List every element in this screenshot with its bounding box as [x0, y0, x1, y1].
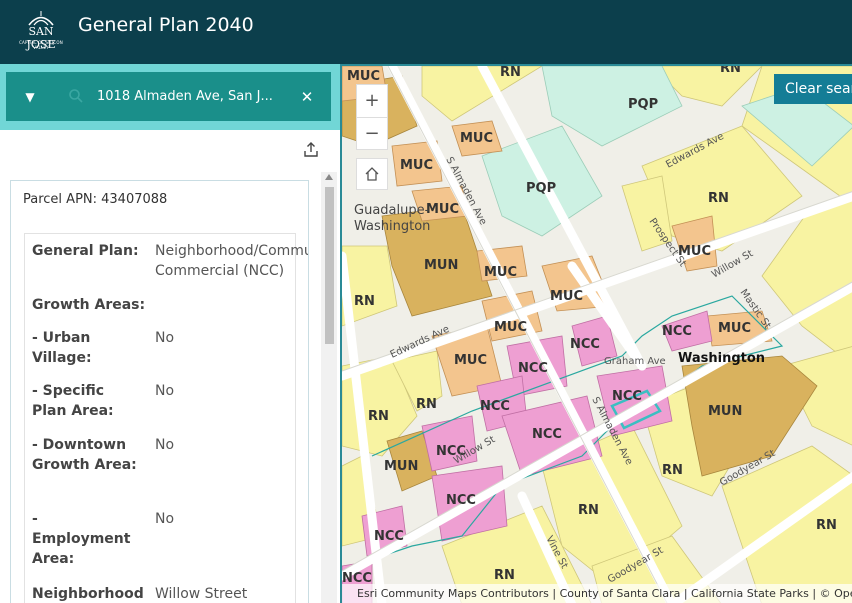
attr-key: - Employment Area: — [32, 511, 131, 567]
place-label-washington-1: Washington — [354, 219, 430, 234]
search-container: ▼ 1018 Almaden Ave, San J... ✕ — [0, 64, 340, 130]
zone-label-muc: MUC — [347, 69, 380, 84]
zone-label-rn: RN — [662, 463, 683, 478]
zone-label-muc: MUC — [550, 289, 583, 304]
zone-label-ncc: NCC — [570, 337, 600, 352]
zone-label-rn: RN — [500, 66, 521, 80]
map-attribution: Esri Community Maps Contributors | Count… — [342, 584, 852, 603]
attr-key: General Plan: — [32, 243, 139, 259]
zone-label-pqp: PQP — [628, 97, 658, 112]
attr-value: Willow Street — [155, 586, 248, 602]
parcel-popup: Parcel APN: 43407088 General Plan: Neigh… — [10, 180, 309, 603]
app-title: General Plan 2040 — [78, 14, 254, 36]
zone-label-muc: MUC — [460, 131, 493, 146]
zone-label-rn: RN — [494, 568, 515, 583]
attr-value: Neighborhood/Community Commercial (NCC) — [155, 243, 308, 279]
panel-scrollbar[interactable] — [321, 172, 337, 603]
zone-label-rn: RN — [416, 397, 437, 412]
attr-key: Neighborhood — [32, 586, 144, 602]
zone-label-ncc: NCC — [518, 361, 548, 376]
zone-label-ncc: NCC — [662, 324, 692, 339]
app-header: SAN JOSE CAPITAL OF SILICON VALLEY Gener… — [0, 0, 852, 64]
sun-icon — [28, 11, 54, 26]
zone-label-ncc: NCC — [446, 493, 476, 508]
zone-label-mun: MUN — [384, 459, 418, 474]
logo-subtext: CAPITAL OF SILICON VALLEY — [19, 40, 63, 50]
search-bar[interactable]: ▼ 1018 Almaden Ave, San J... ✕ — [6, 72, 331, 121]
city-logo: SAN JOSE CAPITAL OF SILICON VALLEY — [14, 10, 68, 51]
attr-value: No — [155, 330, 175, 346]
attr-value: No — [155, 437, 175, 453]
attr-key: - Specific Plan Area: — [32, 383, 114, 419]
land-use-map[interactable]: RN RN MUC PQP MUC MUC PQP RN MUC MUN MUC… — [342, 66, 852, 603]
scroll-thumb[interactable] — [325, 187, 334, 344]
parcel-apn: Parcel APN: 43407088 — [23, 192, 168, 207]
attr-key: Growth Areas: — [32, 297, 146, 313]
home-icon — [365, 167, 379, 181]
map-view[interactable]: RN RN MUC PQP MUC MUC PQP RN MUC MUN MUC… — [340, 64, 852, 603]
search-input[interactable]: 1018 Almaden Ave, San J... — [97, 87, 282, 107]
clear-search-button[interactable]: Clear search — [774, 74, 852, 104]
zone-label-rn: RN — [354, 294, 375, 309]
zone-label-ncc: NCC — [480, 399, 510, 414]
sidebar: ▼ 1018 Almaden Ave, San J... ✕ Parcel AP… — [0, 64, 340, 603]
zone-label-muc: MUC — [494, 320, 527, 335]
zoom-in-button[interactable]: + — [357, 85, 387, 117]
zone-label-ncc: NCC — [374, 529, 404, 544]
zoom-out-button[interactable]: − — [357, 118, 387, 150]
zone-label-mun: MUN — [708, 404, 742, 419]
zone-label-rn: RN — [720, 66, 741, 76]
place-label-guadalupe: Guadalupe- — [354, 203, 430, 218]
zone-label-ncc: NCC — [532, 427, 562, 442]
street-label-graham: Graham Ave — [604, 356, 666, 367]
attr-value: No — [155, 511, 175, 527]
zone-label-mun: MUN — [424, 258, 458, 273]
share-icon[interactable] — [302, 141, 320, 159]
zone-label-muc: MUC — [400, 158, 433, 173]
attr-value: No — [155, 383, 175, 399]
attr-key: - Downtown Growth Area: — [32, 437, 137, 473]
zone-label-rn: RN — [578, 503, 599, 518]
zone-label-rn: RN — [816, 518, 837, 533]
chevron-down-icon[interactable]: ▼ — [20, 88, 40, 106]
zone-label-muc: MUC — [484, 265, 517, 280]
zone-label-muc: MUC — [454, 353, 487, 368]
zone-label-ncc: NCC — [612, 389, 642, 404]
place-label-washington: Washington — [678, 351, 765, 366]
zone-label-muc: MUC — [426, 202, 459, 217]
home-button[interactable] — [356, 158, 388, 190]
search-icon — [69, 89, 83, 103]
zone-label-pqp: PQP — [526, 181, 556, 196]
zone-label-rn: RN — [368, 409, 389, 424]
zoom-control: + − — [356, 84, 388, 150]
close-icon[interactable]: ✕ — [298, 87, 316, 107]
zone-label-muc: MUC — [718, 321, 751, 336]
scroll-up-arrow[interactable] — [325, 174, 333, 180]
attr-key: - Urban Village: — [32, 330, 92, 366]
zone-label-rn: RN — [708, 191, 729, 206]
